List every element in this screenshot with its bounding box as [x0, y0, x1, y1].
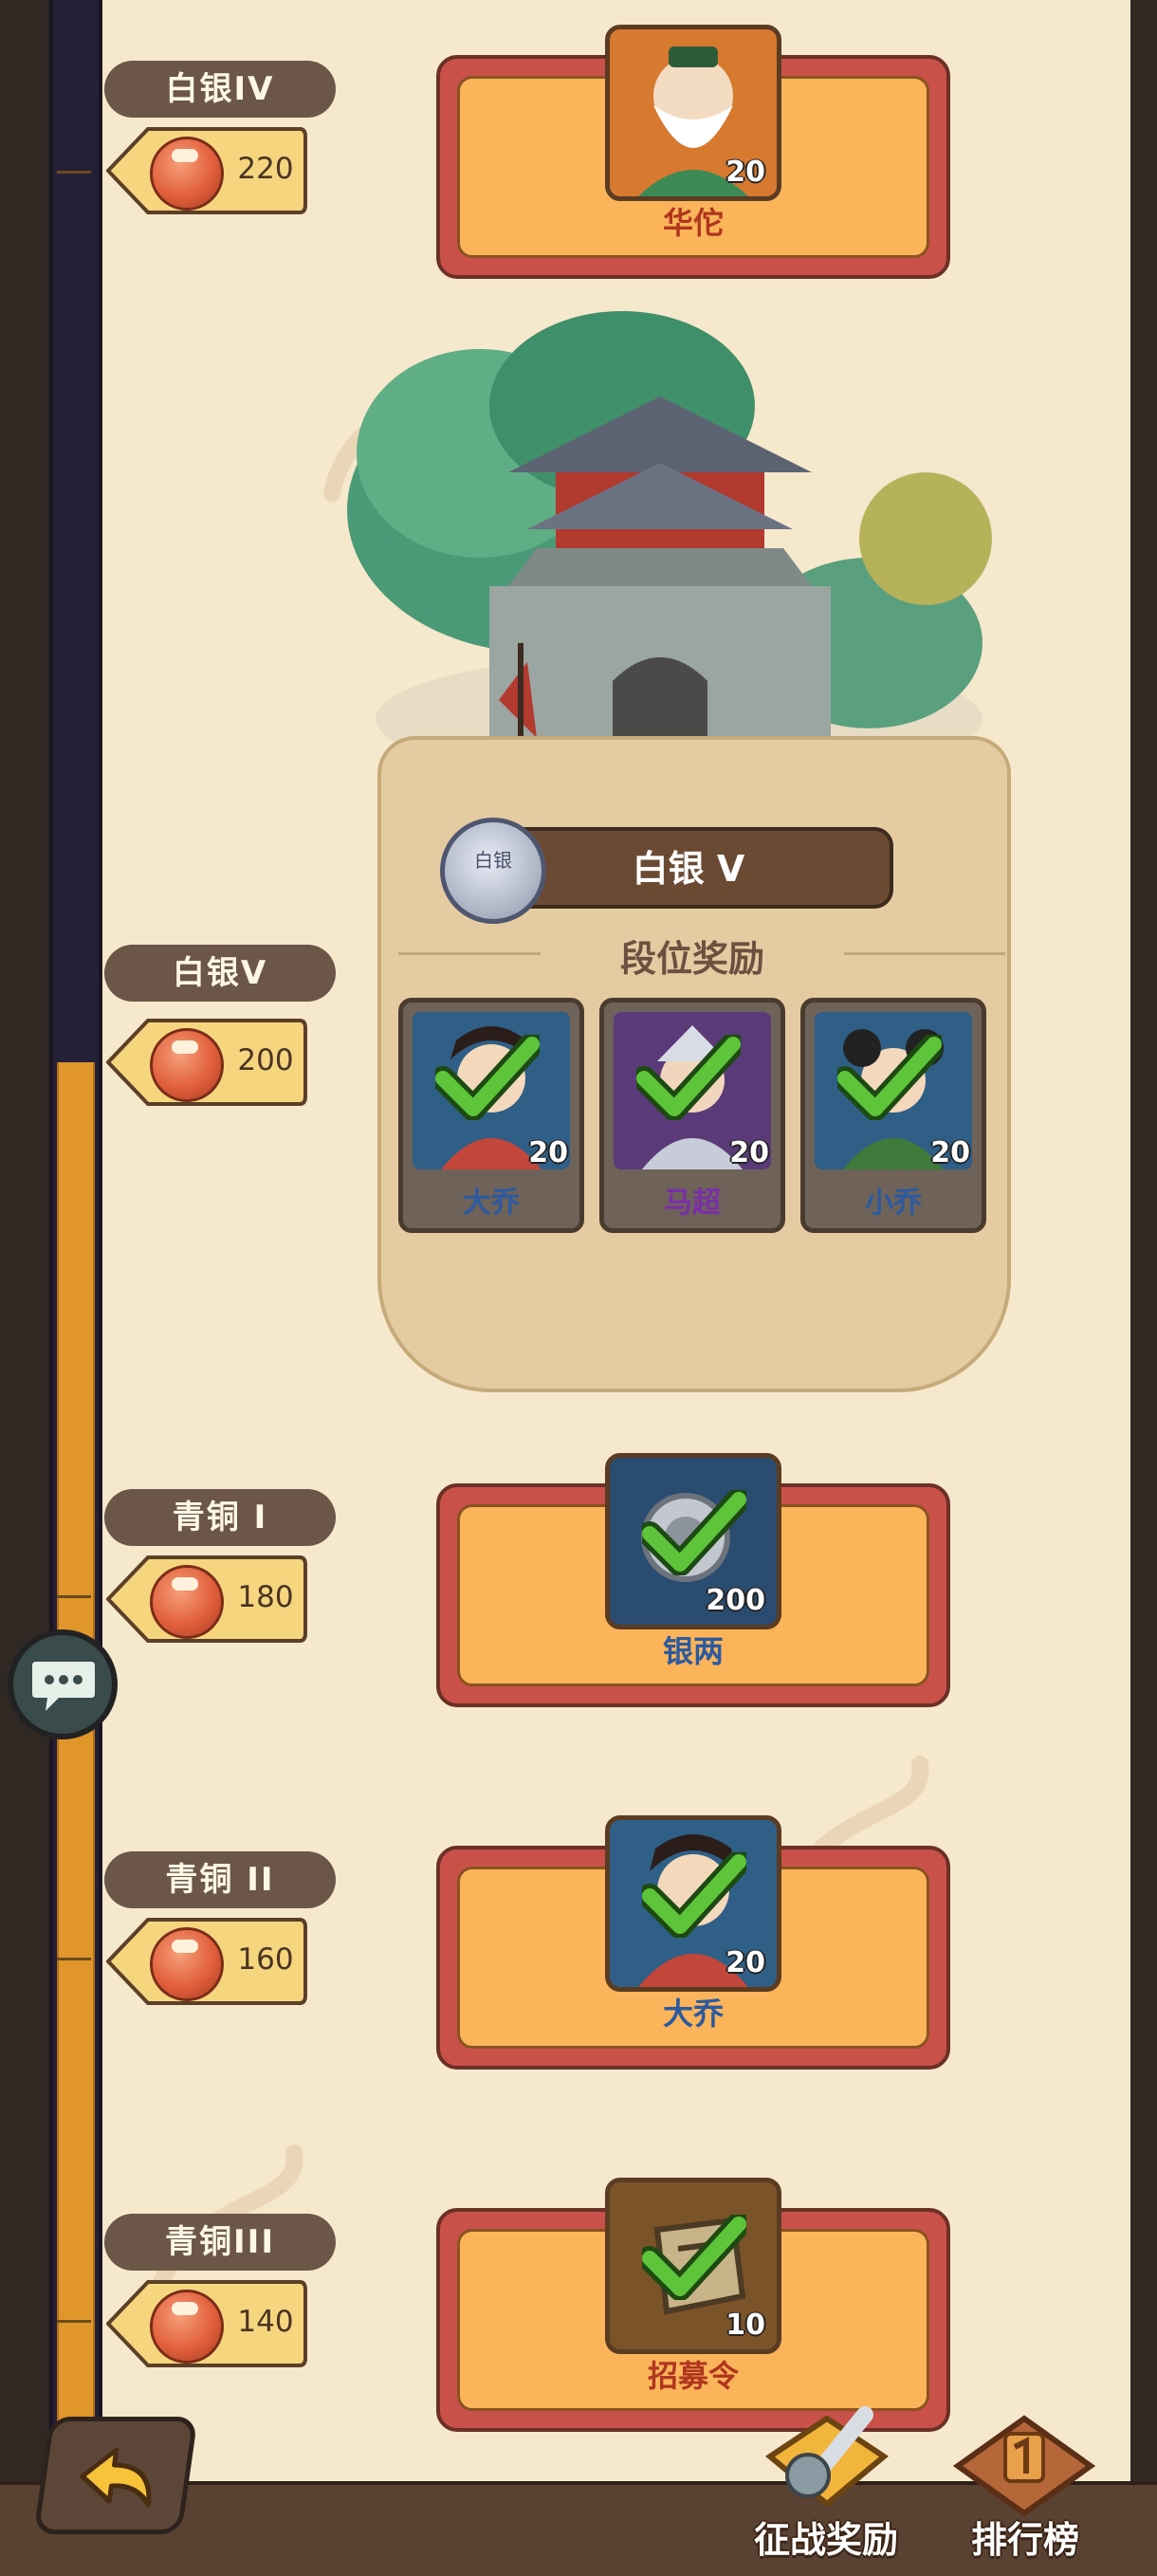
leaderboard-button[interactable]: 排行榜: [937, 2400, 1113, 2572]
points-badge: 200: [106, 1017, 307, 1108]
reward-item-silver[interactable]: 200: [605, 1453, 781, 1629]
points-value: 180: [237, 1580, 294, 1614]
back-arrow-icon: [80, 2447, 152, 2508]
track-tick: [57, 2320, 91, 2323]
reward-name: 大乔: [662, 1996, 724, 2032]
hero-reward-card[interactable]: 20 小乔: [800, 998, 986, 1233]
coin-pot-icon: [150, 1565, 224, 1639]
reward-name: 招募令: [647, 2358, 739, 2394]
reward-item-recruit-token[interactable]: 10: [605, 2178, 781, 2354]
track-tick: [57, 1958, 91, 1960]
progress-fill: [57, 1062, 95, 2485]
hero-qty: 20: [528, 1136, 568, 1169]
tier-label: 青铜III: [104, 2214, 336, 2271]
back-button[interactable]: [33, 2417, 198, 2534]
reward-item-daqiao[interactable]: 20: [605, 1815, 781, 1992]
check-icon: [837, 1035, 942, 1120]
hero-reward-card[interactable]: 20 马超: [599, 998, 785, 1233]
trophy-icon: [952, 2415, 1096, 2517]
points-badge: 180: [106, 1554, 307, 1645]
reward-qty: 10: [725, 2309, 765, 2342]
tier-label: 青铜 II: [104, 1851, 336, 1908]
check-icon: [636, 1035, 741, 1120]
tier-label: 白银IV: [104, 61, 336, 118]
tier-label: 青铜 I: [104, 1489, 336, 1546]
heading-divider: [398, 952, 541, 955]
hero-qty: 20: [729, 1136, 769, 1169]
hero-name: 大乔: [463, 1187, 520, 1220]
hero-reward-card[interactable]: 20 大乔: [398, 998, 584, 1233]
campaign-rewards-button[interactable]: 征战奖励: [738, 2400, 914, 2572]
track-tick: [57, 1595, 91, 1598]
points-value: 220: [237, 152, 294, 186]
check-icon: [642, 1490, 746, 1575]
rank-title: 白银 V: [632, 848, 745, 890]
points-value: 140: [237, 2305, 294, 2339]
points-badge: 160: [106, 1916, 307, 2007]
check-icon: [642, 1852, 746, 1938]
heading-divider: [844, 952, 1005, 955]
hero-name: 马超: [664, 1187, 721, 1220]
coin-pot-icon: [150, 1028, 224, 1102]
points-badge: 140: [106, 2278, 307, 2369]
reward-name: 银两: [662, 1633, 724, 1669]
hero-qty: 20: [930, 1136, 970, 1169]
sword-shield-icon: [764, 2406, 890, 2508]
tier-label: 白银V: [104, 945, 336, 1002]
check-icon: [642, 2215, 746, 2300]
reward-qty: 200: [706, 1584, 765, 1617]
reward-qty: 20: [725, 156, 765, 189]
points-value: 200: [237, 1043, 294, 1077]
points-value: 160: [237, 1942, 294, 1977]
track-tick: [57, 171, 91, 174]
points-badge: 220: [106, 125, 307, 216]
coin-pot-icon: [150, 1927, 224, 2001]
reward-name: 华佗: [662, 205, 724, 241]
campaign-rewards-label: 征战奖励: [753, 2519, 898, 2561]
hero-name: 小乔: [865, 1187, 922, 1220]
check-icon: [435, 1035, 540, 1120]
chat-icon: [32, 1662, 95, 1711]
leaderboard-label: 排行榜: [970, 2519, 1079, 2561]
coin-pot-icon: [150, 137, 224, 211]
silver-rank-emblem-icon: 白银: [440, 818, 546, 924]
reward-item-huatuo[interactable]: 20: [605, 25, 781, 201]
chat-button[interactable]: [8, 1629, 118, 1739]
rank-emblem-text: 白银: [474, 849, 512, 872]
coin-pot-icon: [150, 2290, 224, 2364]
right-wall: [1130, 0, 1157, 2572]
reward-qty: 20: [725, 1946, 765, 1979]
rank-rewards-heading: 段位奖励: [619, 938, 764, 980]
